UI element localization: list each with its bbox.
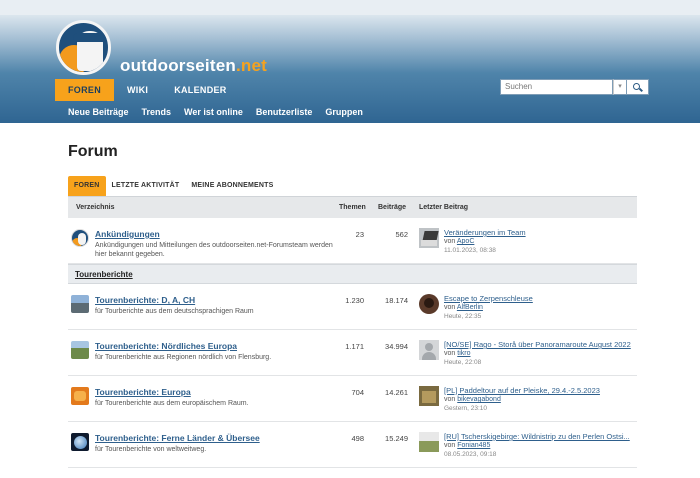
top-strip bbox=[0, 0, 700, 15]
site-logo-text[interactable]: outdoorseiten.net bbox=[120, 56, 267, 76]
subnav-member-list[interactable]: Benutzerliste bbox=[256, 107, 313, 117]
by-label: von bbox=[444, 238, 456, 245]
last-post-title[interactable]: [NO/SE] Rago - Storå über Panoramaroute … bbox=[444, 340, 639, 349]
last-post-by: von Fonian485 bbox=[444, 442, 490, 449]
last-post-avatar[interactable] bbox=[419, 294, 439, 314]
logo-hat-shape bbox=[73, 33, 107, 42]
nav-tab-foren[interactable]: FOREN bbox=[55, 79, 114, 101]
forum-tabs: FOREN LETZTE AKTIVITÄT MEINE ABONNEMENTS bbox=[68, 176, 279, 196]
last-post-title[interactable]: [PL] Paddeltour auf der Pleiske, 29.4.-2… bbox=[444, 386, 639, 395]
forum-title[interactable]: Tourenberichte: Europa bbox=[95, 387, 191, 397]
forum-title[interactable]: Tourenberichte: Nördliches Europa bbox=[95, 341, 237, 351]
post-count: 562 bbox=[395, 230, 408, 239]
last-post-by: von ApoC bbox=[444, 238, 474, 245]
forum-table: Verzeichnis Themen Beiträge Letzter Beit… bbox=[68, 196, 637, 468]
by-label: von bbox=[444, 442, 456, 449]
announcement-logo-icon bbox=[71, 229, 89, 247]
forum-thumbnail-icon bbox=[71, 295, 89, 313]
last-post-user[interactable]: tikro bbox=[457, 350, 470, 357]
forum-row: Tourenberichte: Nördliches Europa für To… bbox=[68, 330, 637, 376]
forum-description: Ankündigungen und Mitteilungen des outdo… bbox=[95, 242, 333, 258]
last-post-avatar[interactable] bbox=[419, 432, 439, 452]
last-post-title[interactable]: Veränderungen im Team bbox=[444, 228, 639, 237]
last-post-avatar[interactable] bbox=[419, 386, 439, 406]
topic-count: 498 bbox=[351, 434, 364, 443]
topic-count: 1.171 bbox=[345, 342, 364, 351]
forum-thumbnail-icon bbox=[71, 387, 89, 405]
forum-thumbnail-icon bbox=[71, 433, 89, 451]
last-post-date: Heute, 22:35 bbox=[444, 313, 482, 320]
page-title: Forum bbox=[68, 143, 118, 160]
last-post-title[interactable]: [RU] Tscherskigebirge: Wildnistrip zu de… bbox=[444, 432, 639, 441]
search-box: Suchen ▾ bbox=[500, 79, 649, 95]
subnav-groups[interactable]: Gruppen bbox=[325, 107, 363, 117]
main-navigation: FOREN WIKI KALENDER bbox=[55, 79, 240, 101]
last-post-by: von bikevagabond bbox=[444, 396, 501, 403]
site-logo-icon[interactable] bbox=[56, 20, 111, 75]
post-count: 15.249 bbox=[385, 434, 408, 443]
header-posts: Beiträge bbox=[378, 204, 407, 211]
search-input[interactable]: Suchen bbox=[500, 79, 613, 95]
by-label: von bbox=[444, 396, 456, 403]
forum-description: für Tourenberichte aus dem europäischem … bbox=[95, 400, 249, 407]
forum-row: Tourenberichte: D, A, CH für Tourbericht… bbox=[68, 284, 637, 330]
by-label: von bbox=[444, 350, 456, 357]
last-post-date: Gestern, 23:10 bbox=[444, 405, 487, 412]
topic-count: 704 bbox=[351, 388, 364, 397]
tab-subscriptions[interactable]: MEINE ABONNEMENTS bbox=[185, 176, 279, 196]
forum-row-announcements: Ankündigungen Ankündigungen und Mitteilu… bbox=[68, 218, 637, 264]
post-count: 18.174 bbox=[385, 296, 408, 305]
search-icon-handle bbox=[639, 87, 643, 92]
forum-row: Tourenberichte: Europa für Tourenbericht… bbox=[68, 376, 637, 422]
forum-thumbnail-icon bbox=[71, 341, 89, 359]
last-post-by: von tikro bbox=[444, 350, 470, 357]
tab-recent-activity[interactable]: LETZTE AKTIVITÄT bbox=[106, 176, 186, 196]
post-count: 34.994 bbox=[385, 342, 408, 351]
tab-forums[interactable]: FOREN bbox=[68, 176, 106, 196]
sub-navigation: Neue Beiträge Trends Wer ist online Benu… bbox=[68, 107, 363, 117]
last-post-title[interactable]: Escape to Zerpenschleuse bbox=[444, 294, 639, 303]
last-post-user[interactable]: ApoC bbox=[457, 238, 475, 245]
last-post-date: 11.01.2023, 08:38 bbox=[444, 247, 496, 254]
brand-name: outdoorseiten bbox=[120, 56, 236, 75]
subnav-trends[interactable]: Trends bbox=[142, 107, 172, 117]
header-last-post: Letzter Beitrag bbox=[419, 204, 469, 211]
table-header: Verzeichnis Themen Beiträge Letzter Beit… bbox=[68, 196, 637, 218]
forum-row: Tourenberichte: Ferne Länder & Übersee f… bbox=[68, 422, 637, 468]
topic-count: 1.230 bbox=[345, 296, 364, 305]
forum-description: für Tourenberichte aus Regionen nördlich… bbox=[95, 354, 272, 361]
forum-description: für Tourenberichte von weltweitweg. bbox=[95, 446, 207, 453]
last-post-user[interactable]: bikevagabond bbox=[457, 396, 501, 403]
by-label: von bbox=[444, 304, 456, 311]
last-post-avatar[interactable] bbox=[419, 228, 439, 248]
nav-tab-kalender[interactable]: KALENDER bbox=[161, 79, 239, 101]
last-post-user[interactable]: Fonian485 bbox=[457, 442, 490, 449]
forum-description: für Tourberichte aus dem deutschsprachig… bbox=[95, 308, 254, 315]
search-options-chevron-icon[interactable]: ▾ bbox=[613, 79, 627, 95]
last-post-avatar[interactable] bbox=[419, 340, 439, 360]
last-post-by: von AlfBerlin bbox=[444, 304, 483, 311]
category-title[interactable]: Tourenberichte bbox=[75, 270, 133, 279]
brand-tld: .net bbox=[235, 56, 267, 75]
header-directory: Verzeichnis bbox=[76, 204, 115, 211]
forum-title[interactable]: Tourenberichte: D, A, CH bbox=[95, 295, 195, 305]
category-header: Tourenberichte bbox=[68, 264, 637, 284]
last-post-date: 08.05.2023, 09:18 bbox=[444, 451, 497, 458]
forum-title[interactable]: Ankündigungen bbox=[95, 229, 160, 239]
post-count: 14.261 bbox=[385, 388, 408, 397]
header-topics: Themen bbox=[339, 204, 366, 211]
forum-title[interactable]: Tourenberichte: Ferne Länder & Übersee bbox=[95, 433, 260, 443]
subnav-who-online[interactable]: Wer ist online bbox=[184, 107, 243, 117]
subnav-new-posts[interactable]: Neue Beiträge bbox=[68, 107, 129, 117]
topic-count: 23 bbox=[355, 230, 364, 239]
search-button[interactable] bbox=[627, 79, 649, 95]
nav-tab-wiki[interactable]: WIKI bbox=[114, 79, 161, 101]
last-post-date: Heute, 22:08 bbox=[444, 359, 482, 366]
last-post-user[interactable]: AlfBerlin bbox=[457, 304, 483, 311]
